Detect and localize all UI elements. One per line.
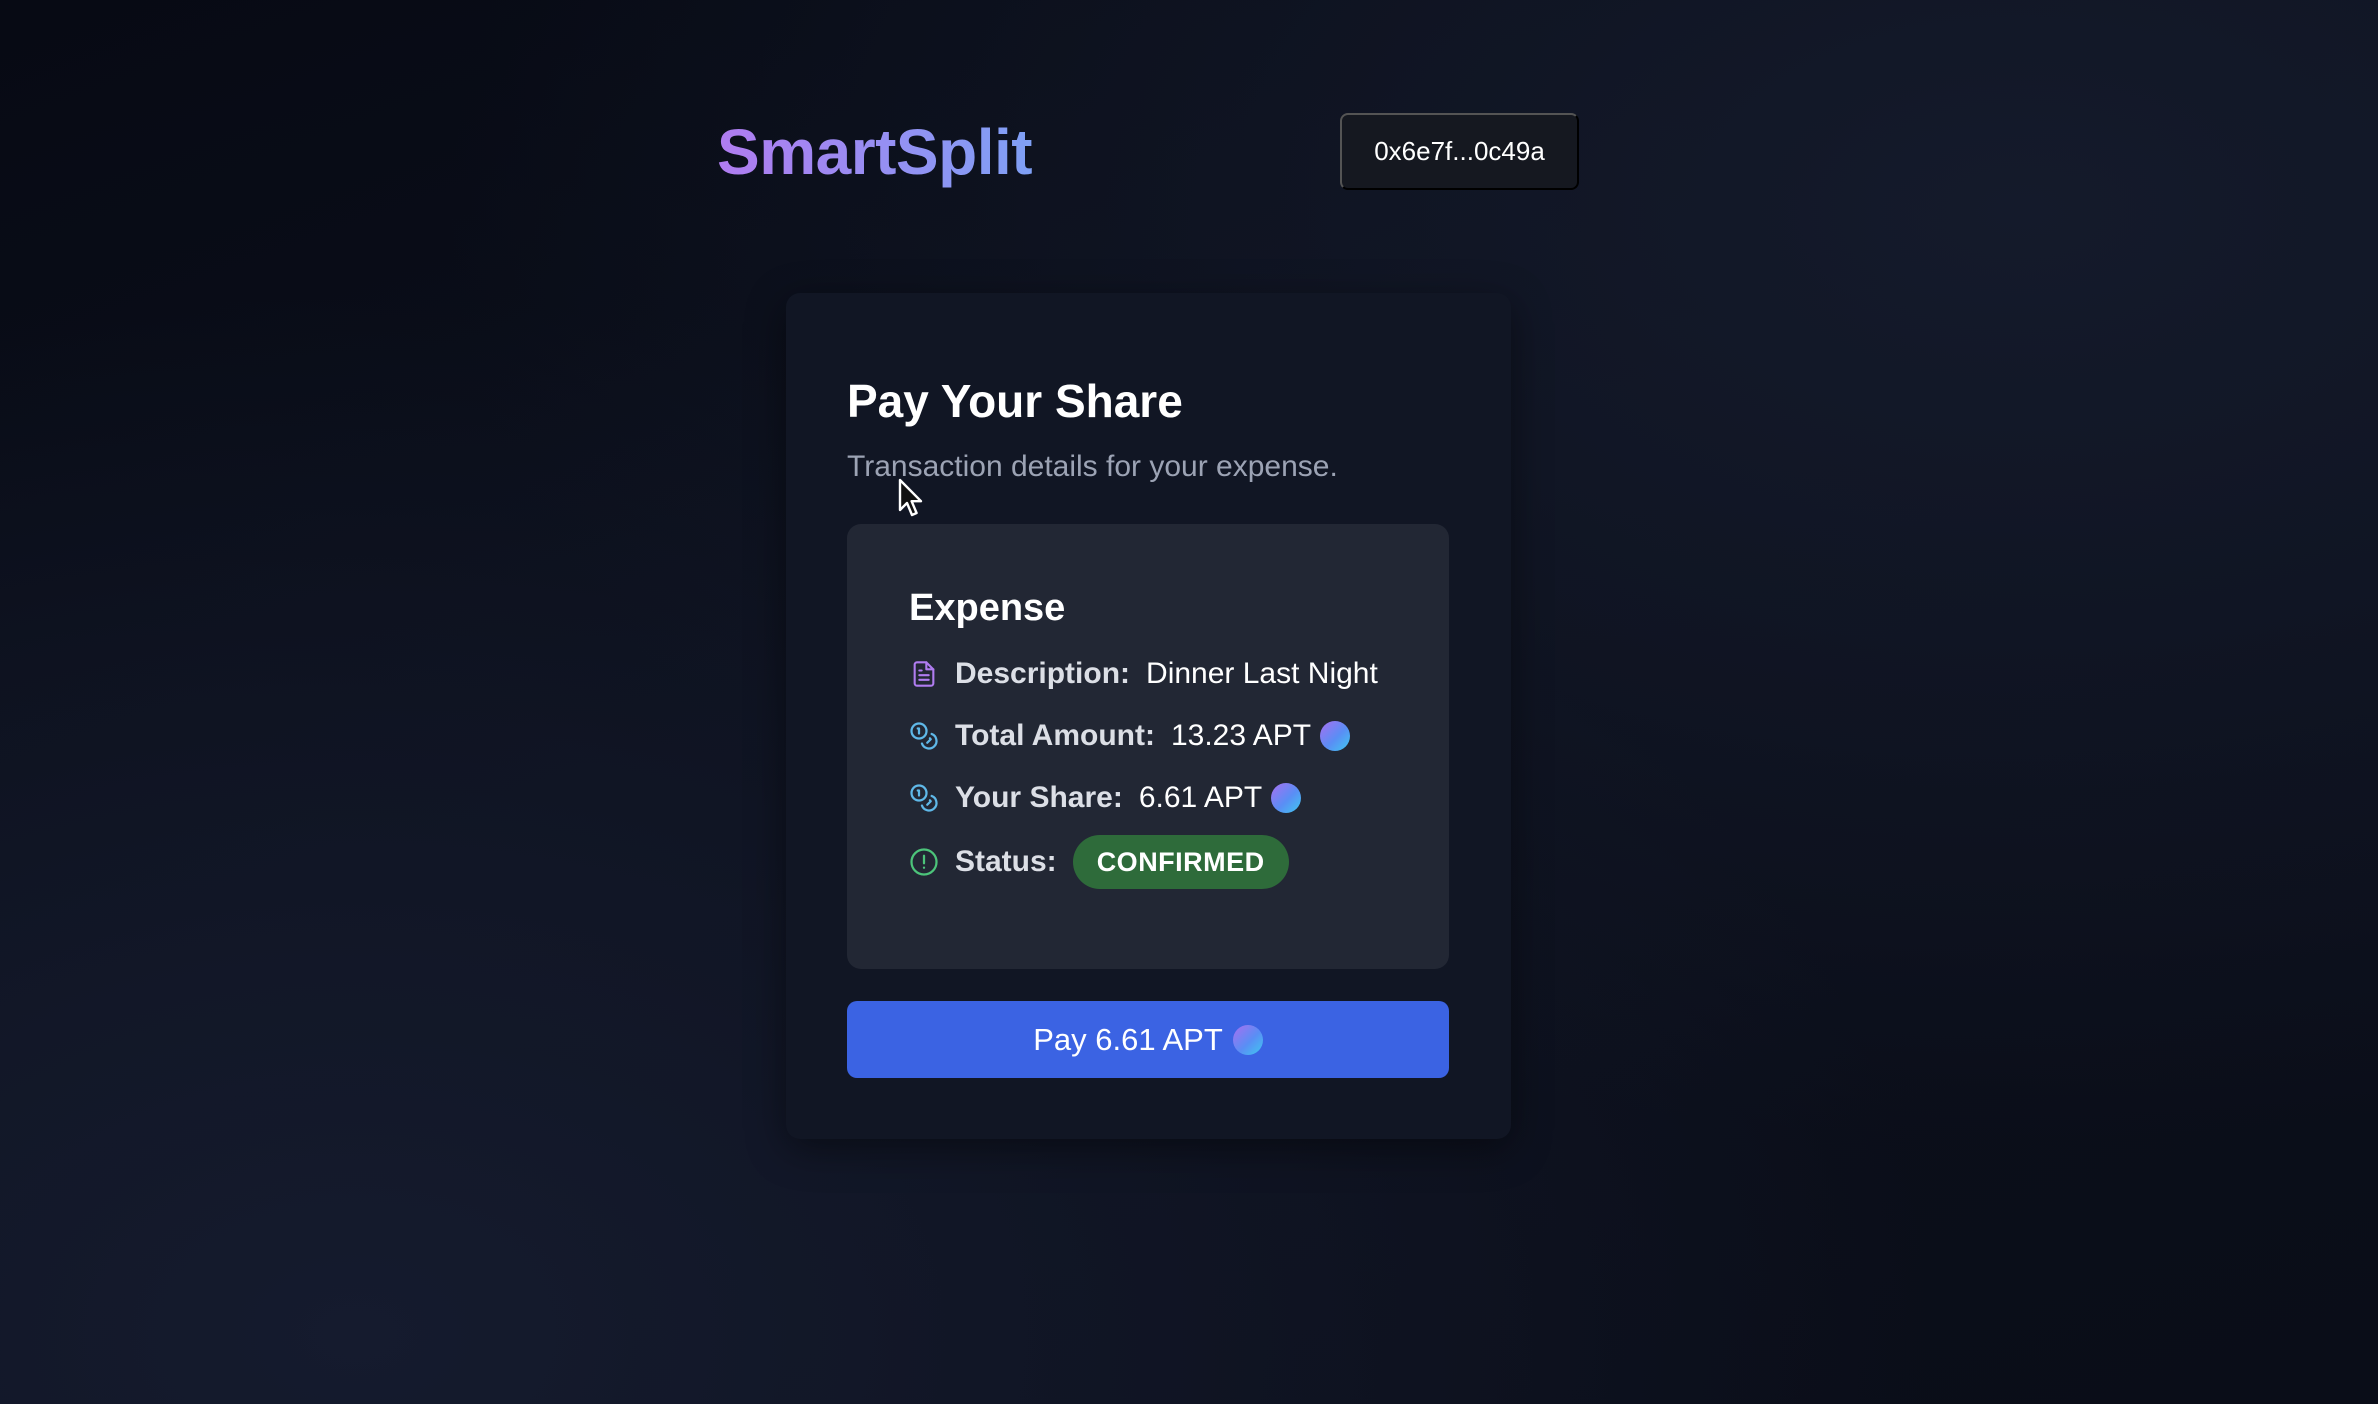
total-amount-value: 13.23 APT	[1170, 719, 1312, 752]
your-share-value: 6.61 APT	[1138, 781, 1263, 814]
coins-icon	[909, 783, 939, 813]
wallet-address-button[interactable]: 0x6e7f...0c49a	[1340, 113, 1579, 190]
your-share-label: Your Share:	[955, 781, 1123, 814]
status-badge: CONFIRMED	[1072, 835, 1289, 889]
status-row: Status: CONFIRMED	[909, 835, 1289, 889]
total-amount-label: Total Amount:	[955, 719, 1155, 752]
description-row: Description: Dinner Last Night	[909, 650, 1378, 698]
apt-token-icon	[1320, 721, 1351, 751]
payment-card: Pay Your Share Transaction details for y…	[786, 293, 1511, 1139]
page-title: Pay Your Share	[847, 375, 1183, 427]
your-share-row: Your Share: 6.61 APT	[909, 774, 1302, 822]
app-logo: SmartSplit	[717, 112, 1033, 192]
expense-details-panel: Expense Description: Dinner Last Night T…	[847, 524, 1449, 969]
page-subtitle: Transaction details for your expense.	[847, 450, 1338, 483]
pay-share-button[interactable]: Pay 6.61 APT	[847, 1001, 1449, 1078]
description-label: Description:	[955, 657, 1131, 690]
description-value: Dinner Last Night	[1146, 657, 1378, 690]
apt-token-icon	[1271, 783, 1302, 813]
pay-button-label: Pay 6.61 APT	[1033, 1021, 1223, 1057]
expense-heading: Expense	[909, 587, 1066, 629]
status-label: Status:	[955, 845, 1057, 878]
coins-icon	[909, 721, 939, 751]
apt-token-icon	[1232, 1024, 1263, 1055]
total-amount-row: Total Amount: 13.23 APT	[909, 712, 1351, 760]
alert-circle-icon	[909, 847, 939, 877]
document-icon	[909, 659, 939, 689]
